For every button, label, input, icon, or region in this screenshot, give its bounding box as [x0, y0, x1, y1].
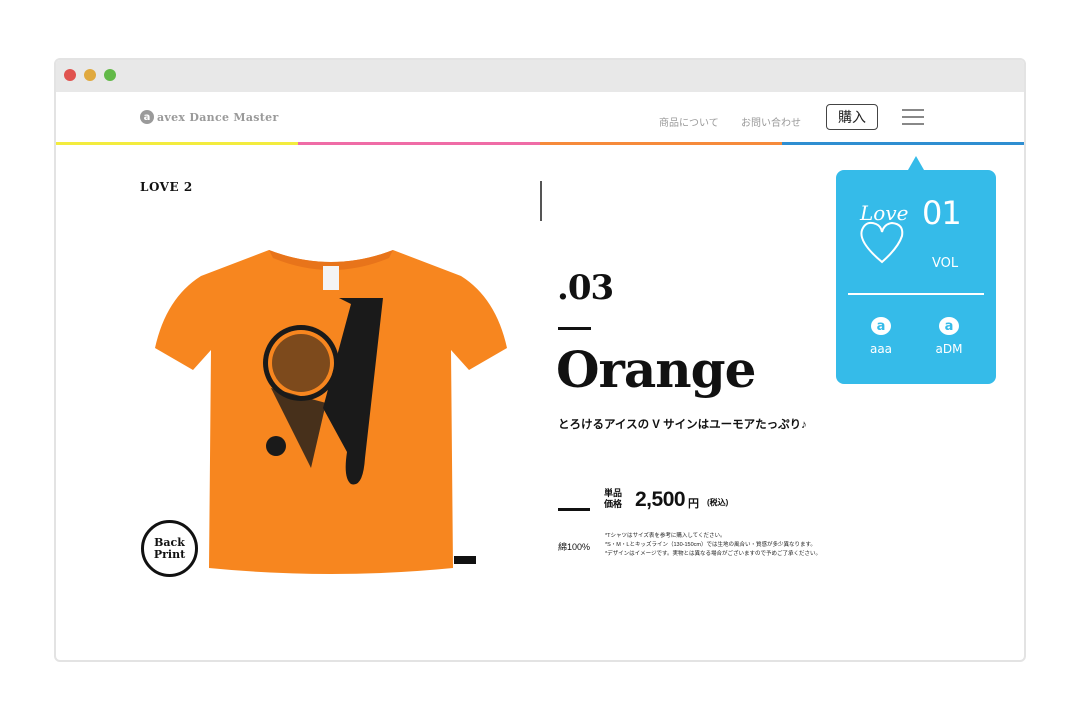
material-label: 綿100% [558, 542, 591, 552]
adm-button-label: aDM [935, 342, 963, 356]
maximize-window-dot[interactable] [104, 69, 116, 81]
logo-text: avex Dance Master [157, 110, 279, 124]
price-value: 2,500 [635, 488, 686, 511]
product-notes: *Tシャツはサイズ表を参考に購入してください。 *S・M・Lとキッズライン（13… [605, 532, 821, 559]
price-dash [558, 508, 590, 511]
back-print-button[interactable]: Back Print [141, 520, 198, 577]
aaa-button-label: aaa [869, 342, 893, 356]
tax-note: (税込) [707, 498, 729, 507]
vertical-divider [540, 181, 542, 221]
love-heart-icon: Love [859, 201, 908, 264]
minimize-window-dot[interactable] [84, 69, 96, 81]
a-logo-icon: a [939, 317, 959, 335]
a-logo-icon: a [871, 317, 891, 335]
adm-button[interactable]: a aDM [924, 316, 974, 356]
tag-label-icon [323, 266, 339, 290]
back-print-line-1: Back [154, 535, 185, 549]
volume-number: 01 [922, 194, 962, 232]
browser-titlebar [56, 60, 1024, 92]
aaa-button[interactable]: a aaa [856, 316, 906, 356]
hamburger-menu-icon[interactable] [902, 109, 924, 125]
site-logo[interactable]: a avex Dance Master [140, 110, 279, 124]
panel-pointer [908, 156, 924, 170]
note-line: *S・M・Lとキッズライン（130-150cm）では生地の風合い・質感が多少異な… [605, 542, 816, 548]
panel-divider [848, 293, 984, 295]
close-window-dot[interactable] [64, 69, 76, 81]
product-name: Orange [556, 340, 756, 399]
logo-mark-icon: a [140, 110, 154, 124]
buy-button[interactable]: 購入 [826, 104, 878, 130]
price-unit: 円 [688, 498, 699, 510]
product-number: .03 [557, 268, 614, 308]
color-stripe [56, 142, 1024, 145]
tshirt-image [155, 250, 507, 574]
volume-panel: Love 01 VOL a aaa a aDM [836, 170, 996, 384]
back-print-line-2: Print [153, 547, 186, 561]
number-dash [558, 327, 591, 330]
hem-tag-icon [454, 556, 476, 564]
browser-window: a avex Dance Master 商品について お問い合わせ 購入 LOV… [54, 58, 1026, 662]
nav-link-about-product[interactable]: 商品について [659, 114, 719, 129]
note-line: *Tシャツはサイズ表を参考に購入してください。 [605, 533, 726, 539]
note-line: *デザインはイメージです。実物とは異なる場合がございますので予めご了承ください。 [605, 551, 821, 557]
svg-text:a: a [945, 319, 954, 334]
svg-text:Love: Love [859, 201, 908, 225]
site-header: a avex Dance Master 商品について お問い合わせ 購入 [56, 92, 1024, 144]
volume-label: VOL [932, 256, 959, 271]
collection-label: LOVE 2 [140, 180, 193, 194]
product-tagline: とろけるアイスの V サインはユーモアたっぷり♪ [558, 419, 807, 431]
nav-link-contact[interactable]: お問い合わせ [741, 114, 801, 129]
price-label: 単品 価格 [604, 488, 623, 509]
svg-text:a: a [877, 319, 886, 334]
